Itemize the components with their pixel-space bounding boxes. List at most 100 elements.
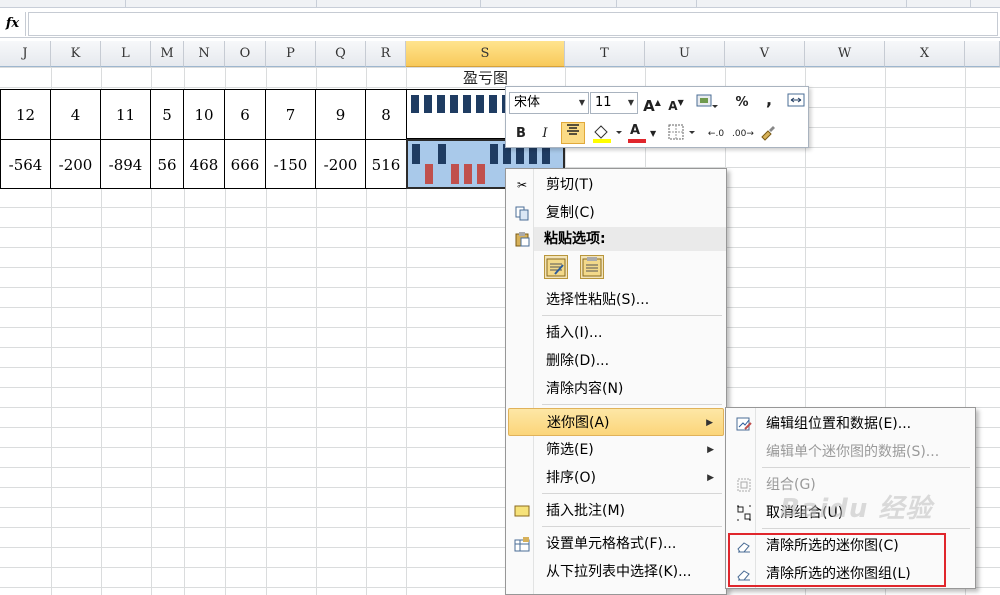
mini-toolbar: 宋体 ▼ 11 ▼ A▲ A▼ % , B I A ▼ ←.0 .00→ <box>505 86 809 148</box>
paste-formulas-icon[interactable] <box>544 255 568 279</box>
menu-item-filter-label: 筛选(E) <box>546 442 594 458</box>
menu-item-sort[interactable]: 排序(O) ▶ <box>508 464 724 492</box>
shrink-font-button[interactable]: A▼ <box>666 92 686 114</box>
sparkline-2-bar <box>464 164 472 184</box>
sparkline-1-bar <box>450 95 458 113</box>
cell-n-1[interactable]: 10 <box>184 90 225 139</box>
cell-l-2[interactable]: -894 <box>101 140 151 188</box>
col-header-q[interactable]: Q <box>316 41 366 67</box>
sparkline-1-bar <box>411 95 419 113</box>
col-header-u[interactable]: U <box>645 41 725 67</box>
edit-data-icon <box>736 416 752 432</box>
col-header-r[interactable]: R <box>366 41 406 67</box>
ribbon-strip <box>0 0 1000 8</box>
col-header-t[interactable]: T <box>565 41 645 67</box>
cell-q-2[interactable]: -200 <box>316 140 366 188</box>
borders-button[interactable] <box>666 123 700 145</box>
sparkline-2-bar <box>477 164 485 184</box>
menu-item-pick-from-list-label: 从下拉列表中选择(K)... <box>546 564 692 580</box>
menu-item-sparklines-label: 迷你图(A) <box>547 415 610 431</box>
grow-font-icon: A <box>643 97 655 115</box>
menu-item-cut[interactable]: ✂ 剪切(T) <box>508 171 724 199</box>
decrease-decimal-button[interactable]: .00→ <box>732 123 754 145</box>
font-name-select[interactable]: 宋体 ▼ <box>509 92 589 114</box>
cell-m-1[interactable]: 5 <box>151 90 184 139</box>
menu-item-cut-label: 剪切(T) <box>546 177 594 193</box>
cell-n-2[interactable]: 468 <box>184 140 225 188</box>
menu-item-format-cells[interactable]: 设置单元格格式(F)... <box>508 530 724 558</box>
col-header-p[interactable]: P <box>266 41 316 67</box>
submenu-item-edit-group[interactable]: 编辑组位置和数据(E)... <box>728 410 973 438</box>
col-header-w[interactable]: W <box>805 41 885 67</box>
col-header-x[interactable]: X <box>885 41 965 67</box>
shrink-font-icon: A <box>668 99 678 113</box>
col-header-v[interactable]: V <box>725 41 805 67</box>
data-row-2: -564 -200 -894 56 468 666 -150 -200 516 <box>0 139 407 189</box>
merge-center-button[interactable] <box>786 92 806 114</box>
formula-bar: fx <box>0 10 1000 38</box>
sparkline-1-bar <box>489 95 497 113</box>
col-header-s[interactable]: S <box>406 41 565 67</box>
menu-item-insert-comment[interactable]: 插入批注(M) <box>508 497 724 525</box>
cell-j-1[interactable]: 12 <box>0 90 51 139</box>
borders-icon <box>668 124 695 140</box>
col-header-n[interactable]: N <box>184 41 225 67</box>
cell-l-1[interactable]: 11 <box>101 90 151 139</box>
col-header-k[interactable]: K <box>51 41 101 67</box>
font-size-select[interactable]: 11 ▼ <box>590 92 638 114</box>
increase-decimal-icon: ←.0 <box>707 129 725 139</box>
col-header-l[interactable]: L <box>101 41 151 67</box>
cell-r-2[interactable]: 516 <box>366 140 407 188</box>
menu-item-clear-contents[interactable]: 清除内容(N) <box>508 375 724 403</box>
insert-function-icon[interactable]: fx <box>0 12 26 36</box>
cell-k-2[interactable]: -200 <box>51 140 101 188</box>
menu-item-insert[interactable]: 插入(I)... <box>508 319 724 347</box>
menu-item-insert-comment-label: 插入批注(M) <box>546 503 626 519</box>
menu-item-filter[interactable]: 筛选(E) ▶ <box>508 436 724 464</box>
col-header-next[interactable] <box>965 41 1000 67</box>
cell-p-2[interactable]: -150 <box>266 140 316 188</box>
increase-decimal-button[interactable]: ←.0 <box>706 123 726 145</box>
menu-item-delete[interactable]: 删除(D)... <box>508 347 724 375</box>
col-header-o[interactable]: O <box>225 41 266 67</box>
grow-font-button[interactable]: A▲ <box>642 92 662 115</box>
align-center-button[interactable] <box>561 122 585 144</box>
cell-j-2[interactable]: -564 <box>0 140 51 188</box>
col-header-m[interactable]: M <box>151 41 184 67</box>
decrease-decimal-icon: .00→ <box>732 129 754 139</box>
cell-p-1[interactable]: 7 <box>266 90 316 139</box>
cell-o-2[interactable]: 666 <box>225 140 266 188</box>
italic-button[interactable]: I <box>536 123 554 145</box>
comma-style-button[interactable]: , <box>760 89 778 111</box>
cell-q-1[interactable]: 9 <box>316 90 366 139</box>
format-painter-button[interactable] <box>758 123 778 145</box>
menu-item-clear-contents-label: 清除内容(N) <box>546 381 624 397</box>
menu-item-pick-from-list[interactable]: 从下拉列表中选择(K)... <box>508 558 724 586</box>
bold-button[interactable]: B <box>512 123 530 145</box>
menu-item-sort-label: 排序(O) <box>546 470 596 486</box>
paste-values-icon[interactable] <box>580 255 604 279</box>
format-cells-icon <box>514 536 530 552</box>
menu-item-delete-label: 删除(D)... <box>546 353 610 369</box>
submenu-arrow-icon: ▶ <box>706 418 713 428</box>
menu-item-copy[interactable]: 复制(C) <box>508 199 724 227</box>
formula-input[interactable] <box>28 12 998 36</box>
chevron-down-icon: ▼ <box>650 129 657 138</box>
percent-style-button[interactable]: % <box>732 92 752 114</box>
clipboard-icon <box>514 231 530 247</box>
cell-r-1[interactable]: 8 <box>366 90 407 139</box>
chevron-down-icon: ▼ <box>578 98 585 107</box>
cell-o-1[interactable]: 6 <box>225 90 266 139</box>
menu-item-sparklines[interactable]: 迷你图(A) ▶ <box>508 408 724 436</box>
merge-center-icon <box>787 93 805 107</box>
fill-color-button[interactable] <box>590 123 624 145</box>
col-header-j[interactable]: J <box>0 41 51 67</box>
ungroup-icon <box>736 505 752 521</box>
cell-k-1[interactable]: 4 <box>51 90 101 139</box>
font-color-button[interactable]: A ▼ <box>626 123 660 145</box>
accounting-format-button[interactable] <box>692 92 720 114</box>
watermark: Baidu 经验 <box>780 494 933 524</box>
menu-item-paste-special[interactable]: 选择性粘贴(S)... <box>508 286 724 314</box>
sparkline-2-bar <box>490 144 498 164</box>
cell-m-2[interactable]: 56 <box>151 140 184 188</box>
